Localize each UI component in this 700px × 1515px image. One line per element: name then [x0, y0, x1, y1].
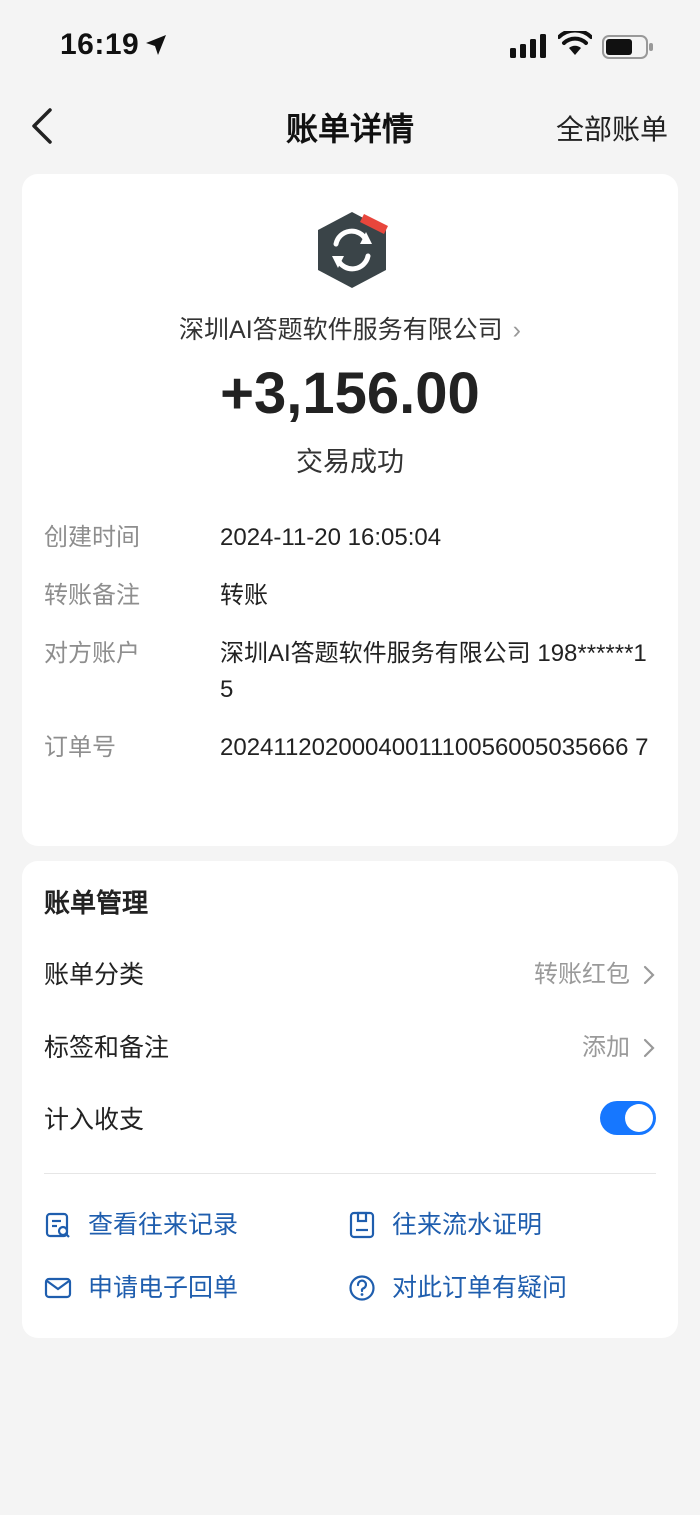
order-question-label: 对此订单有疑问 — [392, 1274, 568, 1302]
detail-value[interactable]: 2024112020004001110056005035666 7 — [220, 730, 660, 766]
view-records-label: 查看往来记录 — [88, 1211, 239, 1239]
count-in-budget-row: 计入收支 — [44, 1100, 656, 1140]
detail-value: 深圳AI答题软件服务有限公司 198******15 — [220, 640, 647, 703]
tags-notes-value: 添加 — [582, 1034, 630, 1061]
question-circle-icon — [349, 1275, 375, 1301]
transaction-status: 交易成功 — [296, 447, 404, 477]
wifi-icon — [558, 31, 592, 55]
detail-label: 创建时间 — [44, 524, 140, 551]
statement-proof-label: 往来流水证明 — [392, 1211, 543, 1239]
bill-category-row[interactable]: 账单分类 转账红包 — [44, 955, 656, 995]
tags-notes-label: 标签和备注 — [44, 1034, 170, 1062]
record-list-icon — [45, 1212, 70, 1238]
bill-category-value: 转账红包 — [534, 961, 630, 988]
detail-value: 2024-11-20 16:05:04 — [220, 524, 442, 551]
all-bills-link[interactable]: 全部账单 — [556, 108, 668, 148]
detail-value: 转账 — [220, 582, 268, 609]
detail-label: 订单号 — [44, 734, 116, 761]
merchant-name-link[interactable]: 深圳AI答题软件服务有限公司 › — [22, 310, 678, 346]
document-icon — [349, 1211, 375, 1239]
envelope-icon — [44, 1277, 72, 1299]
amount: +3,156.00 — [220, 361, 480, 426]
status-time: 16:19 — [60, 28, 140, 61]
divider — [44, 1173, 656, 1174]
bill-category-label: 账单分类 — [44, 961, 145, 989]
count-in-budget-toggle[interactable] — [600, 1101, 656, 1135]
chevron-right-icon: › — [512, 316, 521, 344]
cellular-signal-icon — [510, 34, 546, 58]
battery-icon — [602, 35, 653, 59]
section-title: 账单管理 — [44, 888, 149, 918]
chevron-right-icon — [643, 965, 655, 985]
transaction-card: 深圳AI答题软件服务有限公司 › +3,156.00 交易成功 创建时间 2024… — [22, 174, 678, 846]
count-in-budget-label: 计入收支 — [44, 1106, 145, 1134]
merchant-name: 深圳AI答题软件服务有限公司 — [179, 316, 503, 344]
transfer-logo-icon — [318, 212, 388, 288]
bill-management-card: 账单管理 账单分类 转账红包 标签和备注 添加 计入收支 查看往来记录 往来流水… — [22, 861, 678, 1338]
toggle-knob — [625, 1104, 653, 1132]
location-arrow-icon — [146, 35, 166, 55]
chevron-right-icon — [643, 1038, 655, 1058]
status-bar: 16:19 — [0, 0, 700, 92]
e-receipt-label: 申请电子回单 — [88, 1274, 239, 1302]
detail-label: 对方账户 — [44, 640, 140, 667]
navigation-bar: 账单详情 全部账单 — [0, 92, 700, 160]
tags-notes-row[interactable]: 标签和备注 添加 — [44, 1028, 656, 1068]
detail-label: 转账备注 — [44, 582, 140, 609]
